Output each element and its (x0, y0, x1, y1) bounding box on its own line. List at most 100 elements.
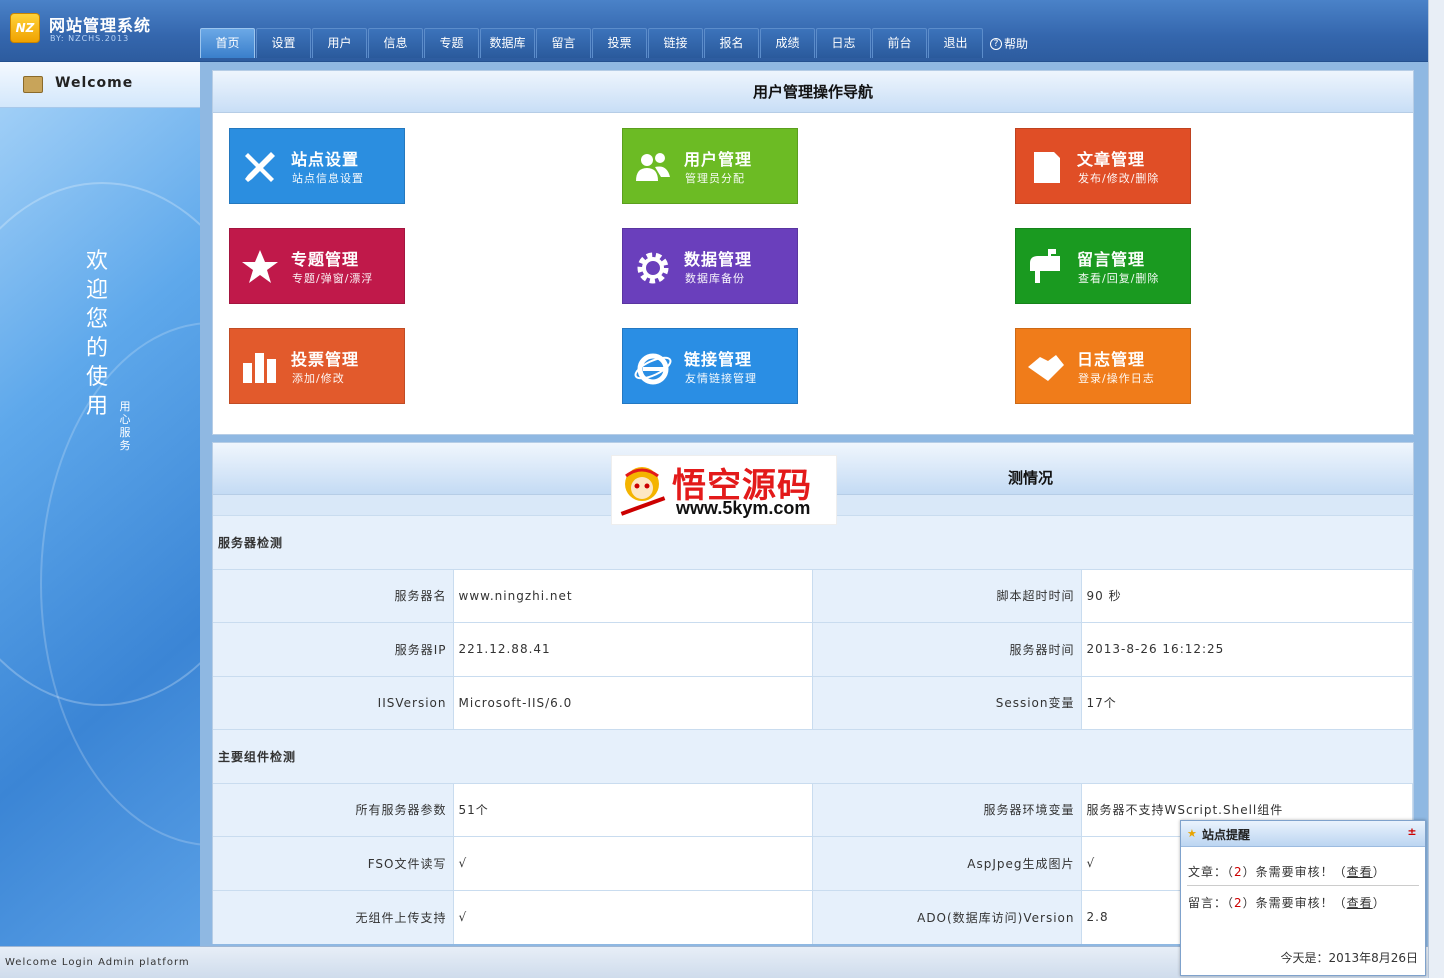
tile-user-management[interactable]: 用户管理 管理员分配 (622, 128, 798, 204)
tile-log-management[interactable]: 日志管理 登录/操作日志 (1015, 328, 1191, 404)
nav-info[interactable]: 信息 (368, 28, 423, 58)
tile-topic-management[interactable]: 专题管理 专题/弹窗/漂浮 (229, 228, 405, 304)
popup-text: ）条需要审核！（ (1242, 865, 1347, 879)
popup-text: ）条需要审核！（ (1242, 896, 1347, 910)
popup-text: 留言：（ (1188, 896, 1235, 910)
nav-topics[interactable]: 专题 (424, 28, 479, 58)
bar-chart-icon (243, 353, 276, 383)
welcome-char: 使 (85, 365, 108, 390)
tile-title: 站点设置 (291, 150, 360, 169)
section-title-components: 主要组件检测 (213, 729, 1413, 783)
help-label: 帮助 (1004, 37, 1029, 51)
nav-database[interactable]: 数据库 (480, 28, 535, 58)
welcome-char: 的 (85, 336, 108, 361)
section-row: 主要组件检测 (213, 729, 1413, 783)
nav-logout[interactable]: 退出 (928, 28, 983, 58)
view-messages-link[interactable]: 查看 (1347, 896, 1373, 910)
main-nav: 首页 设置 用户 信息 专题 数据库 留言 投票 链接 报名 成绩 日志 前台 … (200, 28, 984, 58)
tile-title: 链接管理 (684, 350, 753, 369)
tile-title: 专题管理 (291, 250, 360, 269)
nav-signup[interactable]: 报名 (704, 28, 759, 58)
tile-subtitle: 站点信息设置 (292, 172, 364, 185)
label-server-params: 所有服务器参数 (213, 782, 454, 837)
tile-title: 用户管理 (684, 150, 753, 169)
mailbox-icon (1030, 249, 1060, 283)
popup-title: 站点提醒 (1202, 828, 1251, 842)
tile-data-management[interactable]: 数据管理 数据库备份 (622, 228, 798, 304)
label-server-ip: 服务器IP (213, 622, 454, 676)
nav-votes[interactable]: 投票 (592, 28, 647, 58)
slogan-char: 服 (119, 426, 131, 439)
tile-subtitle: 友情链接管理 (685, 372, 757, 385)
nav-messages[interactable]: 留言 (536, 28, 591, 58)
popup-message-line: 留言：（2）条需要审核！（查看） (1188, 894, 1386, 911)
nav-users[interactable]: 用户 (312, 28, 367, 58)
tile-article-management[interactable]: 文章管理 发布/修改/删除 (1015, 128, 1191, 204)
tile-vote-management[interactable]: 投票管理 添加/修改 (229, 328, 405, 404)
value-server-ip: 221.12.88.41 (453, 622, 813, 676)
tile-message-management[interactable]: 留言管理 查看/回复/删除 (1015, 228, 1191, 304)
tile-subtitle: 管理员分配 (685, 172, 745, 185)
label-session: Session变量 (812, 675, 1082, 730)
view-articles-link[interactable]: 查看 (1347, 865, 1373, 879)
value-upload: √ (453, 889, 813, 944)
label-env-vars: 服务器环境变量 (812, 782, 1082, 837)
app-subtitle: BY: NZCHS.2013 (50, 34, 130, 43)
message-count: 2 (1234, 896, 1243, 910)
label-script-timeout: 脚本超时时间 (812, 568, 1082, 623)
label-aspjpeg: AspJpeg生成图片 (812, 836, 1082, 890)
star-icon (242, 250, 278, 283)
app-title: 网站管理系统 (49, 16, 152, 35)
users-icon (636, 153, 670, 181)
sidebar: Welcome 欢 迎 您 的 使 用 用 心 服 务 (0, 62, 200, 946)
value-server-params: 51个 (453, 782, 813, 837)
value-session: 17个 (1081, 675, 1413, 730)
label-server-name: 服务器名 (213, 568, 454, 623)
value-script-timeout: 90 秒 (1081, 568, 1413, 623)
nav-frontend[interactable]: 前台 (872, 28, 927, 58)
watermark-logo: 悟空源码 www.5kym.com (611, 455, 837, 525)
slogan-char: 用 (119, 400, 131, 413)
label-upload: 无组件上传支持 (213, 889, 454, 944)
label-ado-version: ADO(数据库访问)Version (812, 889, 1082, 944)
welcome-char: 迎 (85, 278, 108, 303)
popup-text: ） (1372, 865, 1386, 879)
welcome-bar: Welcome (0, 62, 200, 108)
table-row: 服务器名 www.ningzhi.net 脚本超时时间 90 秒 (213, 568, 1413, 623)
nav-home[interactable]: 首页 (200, 28, 255, 58)
server-info-header: 测情况 悟空源码 www.5kym.com (213, 443, 1413, 525)
popup-article-line: 文章：（2）条需要审核！（查看） (1188, 863, 1386, 880)
label-server-time: 服务器时间 (812, 622, 1082, 676)
tile-title: 文章管理 (1077, 150, 1146, 169)
nav-links[interactable]: 链接 (648, 28, 703, 58)
welcome-vertical-text: 欢 迎 您 的 使 用 (84, 247, 110, 421)
nav-panel: 用户管理操作导航 站点设置 站点信息设置 用户管理 管理员分配 文章管理 发布/… (212, 70, 1414, 435)
table-row: IISVersion Microsoft-IIS/6.0 Session变量 1… (213, 675, 1413, 730)
popup-date: 今天是：2013年8月26日 (1280, 951, 1418, 965)
welcome-char: 欢 (85, 249, 108, 274)
welcome-char: 您 (85, 307, 108, 332)
welcome-char: 用 (85, 394, 108, 419)
value-server-time: 2013-8-26 16:12:25 (1081, 622, 1413, 676)
slogan-vertical-text: 用 心 服 务 (118, 400, 132, 452)
scrollbar[interactable] (1428, 0, 1444, 978)
popup-divider (1187, 885, 1419, 886)
nav-logs[interactable]: 日志 (816, 28, 871, 58)
tile-title: 投票管理 (291, 350, 360, 369)
value-fso: √ (453, 836, 813, 890)
slogan-char: 心 (119, 413, 131, 426)
label-iis-version: IISVersion (213, 675, 454, 730)
popup-toggle-button[interactable]: ± (1405, 825, 1419, 839)
help-link[interactable]: ? 帮助 (990, 35, 1028, 52)
tile-link-management[interactable]: 链接管理 友情链接管理 (622, 328, 798, 404)
footer-text: Welcome Login Admin platform (5, 957, 190, 968)
label-fso: FSO文件读写 (213, 836, 454, 890)
star-icon: ★ (1187, 827, 1197, 840)
tile-subtitle: 发布/修改/删除 (1078, 172, 1160, 185)
tile-subtitle: 数据库备份 (685, 272, 745, 285)
tile-site-settings[interactable]: 站点设置 站点信息设置 (229, 128, 405, 204)
nav-scores[interactable]: 成绩 (760, 28, 815, 58)
article-count: 2 (1234, 865, 1243, 879)
popup-text: ） (1372, 896, 1386, 910)
nav-settings[interactable]: 设置 (256, 28, 311, 58)
